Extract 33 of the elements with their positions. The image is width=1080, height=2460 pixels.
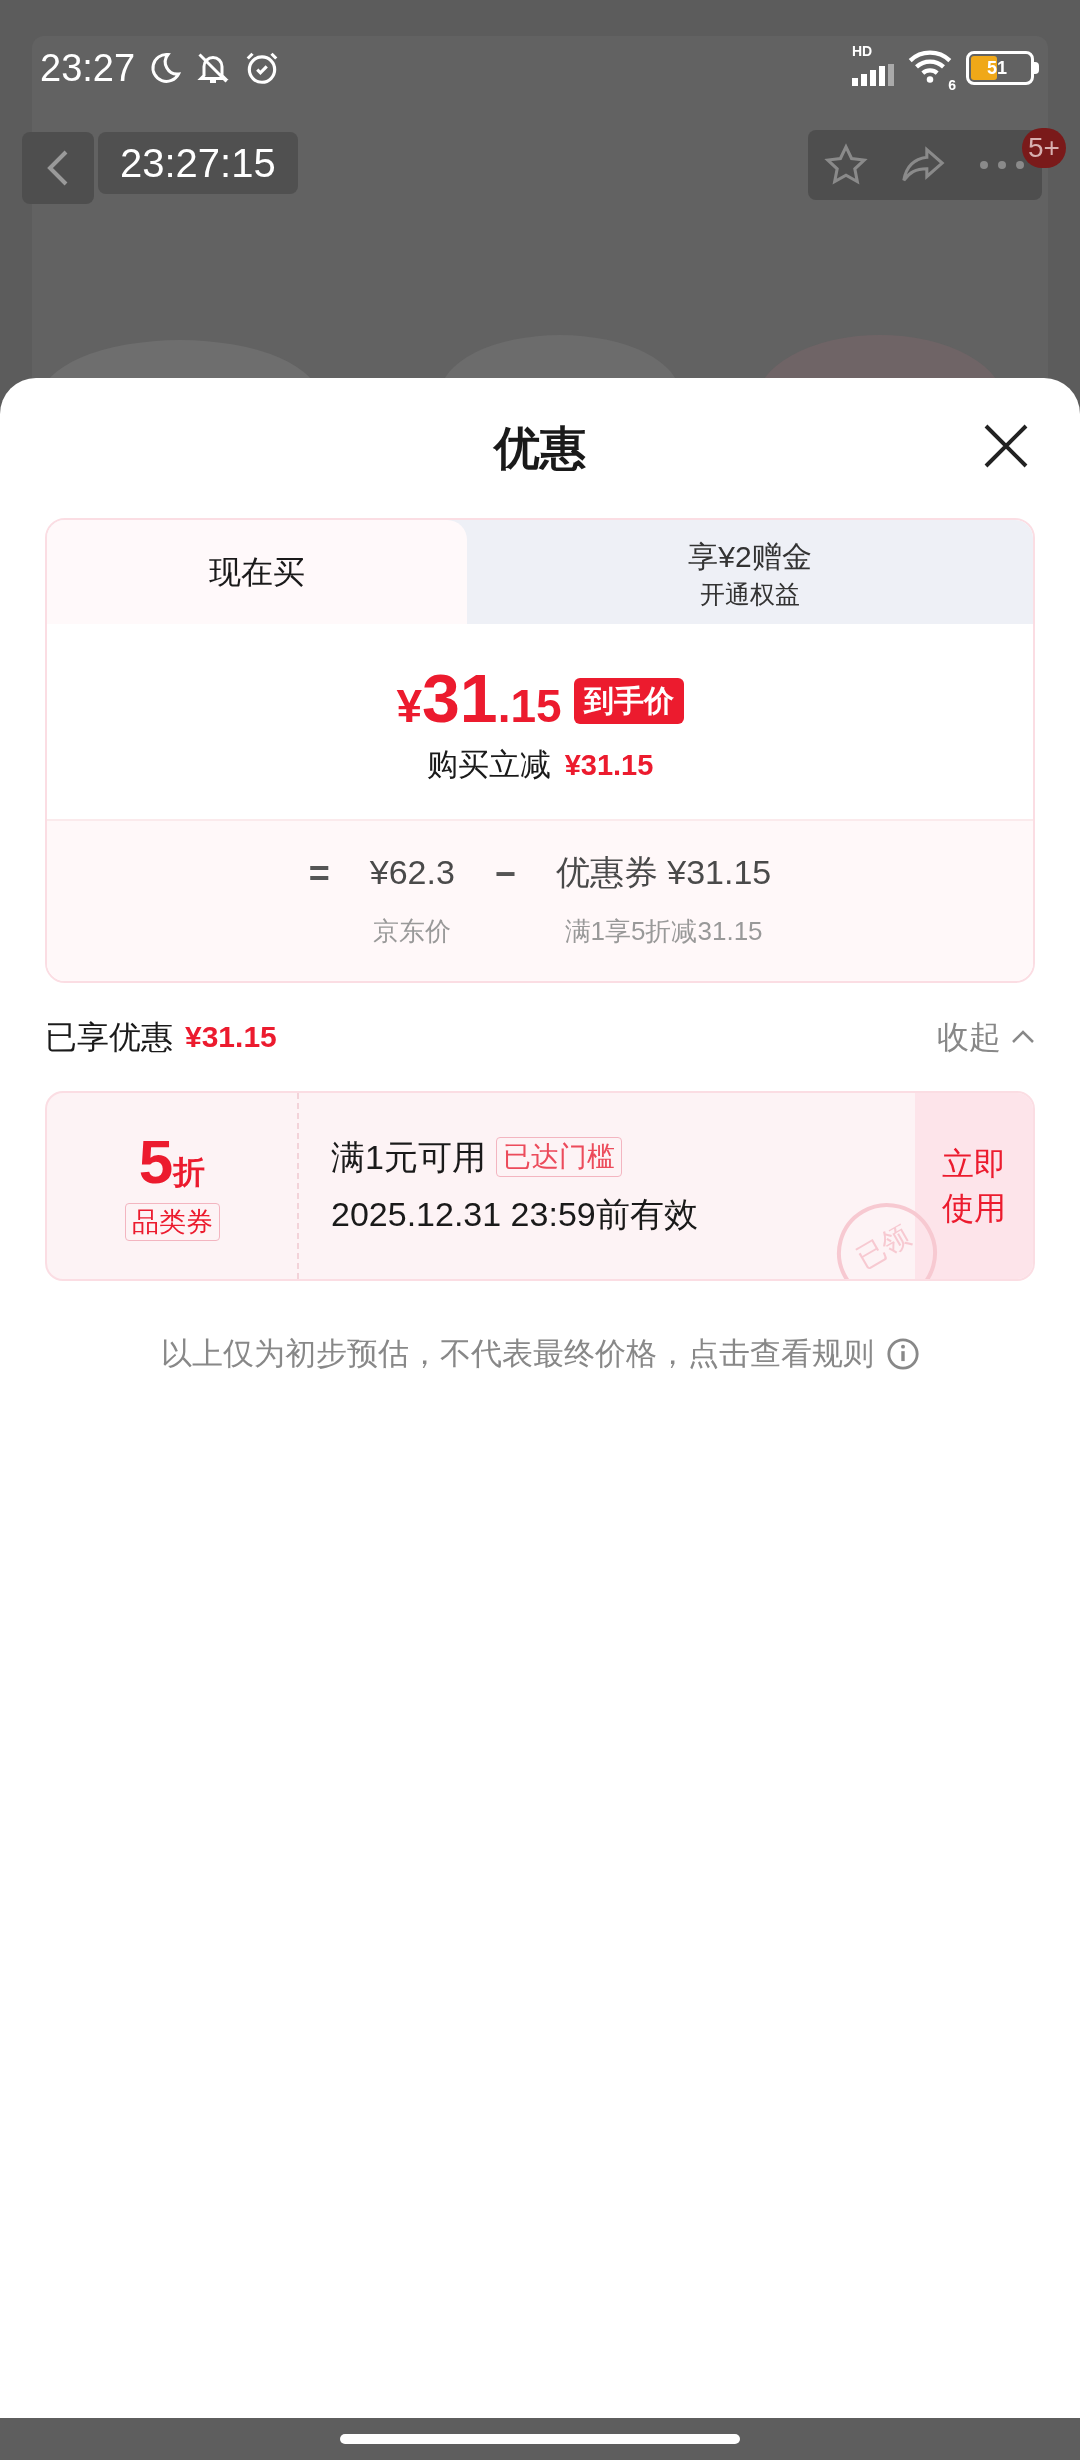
caret-icon [1011,1029,1035,1044]
saving-label: 购买立减 [426,746,551,784]
final-price: ¥31.15 [396,664,562,732]
sheet-title: 优惠 [494,420,586,476]
network-type-label: HD [852,44,873,58]
tab[interactable]: 现在买 [47,520,467,624]
clock-time: 23:27 [40,45,136,91]
close-button[interactable] [982,422,1030,470]
coupon-validity: 2025.12.31 23:59前有效 [331,1193,698,1235]
equals-sign: = [308,851,330,896]
collapse-toggle[interactable]: 收起 [937,1012,1035,1061]
battery-level-label: 51 [987,59,1008,77]
coupon-type-tag: 品类券 [124,1202,220,1241]
coupon-rule: 满1享5折减31.15 [564,914,763,948]
coupon-condition: 满1元可用 [331,1136,486,1178]
minus-sign: − [494,851,516,896]
disclaimer-text: 以上仅为初步预估，不代表最终价格，点击查看规则 [160,1334,874,1373]
info-icon[interactable] [885,1336,920,1371]
wifi-band-label: 6 [948,78,956,92]
back-button[interactable] [22,132,94,204]
enjoyed-amount: ¥31.15 [185,1019,277,1055]
saving-amount: ¥31.15 [564,747,654,783]
tab[interactable]: 享¥2赠金 开通权益 [467,520,1033,624]
close-icon [982,422,1030,470]
coupon-discount: 优惠券 ¥31.15 [555,851,772,893]
timer-badge: 23:27:15 [98,132,298,194]
discount-value: 5折 [138,1130,206,1193]
use-now-button[interactable]: 立即使用 [915,1092,1033,1279]
threshold-tag: 已达门槛 [495,1137,622,1177]
base-price: ¥62.3 [369,851,455,893]
base-price-label: 京东价 [373,914,452,948]
price-tag: 到手价 [573,678,684,724]
enjoyed-label: 已享优惠 [45,1017,173,1057]
